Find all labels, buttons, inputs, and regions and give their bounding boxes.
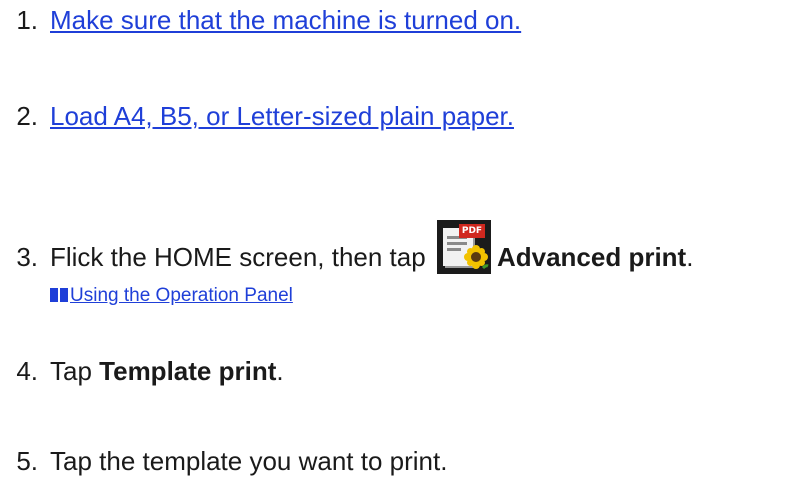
- advanced-print-label: Advanced print: [496, 242, 687, 272]
- step-3: 3. Flick the HOME screen, then tap PDF Ad…: [0, 220, 693, 274]
- step-number: 4.: [16, 356, 38, 386]
- load-paper-link[interactable]: Load A4, B5, or Letter-sized plain paper…: [50, 101, 514, 131]
- step-1: 1. Make sure that the machine is turned o…: [0, 4, 521, 36]
- step-number: 2.: [16, 101, 38, 131]
- related-link: Using the Operation Panel: [50, 285, 293, 307]
- step-text: Flick the HOME screen, then tap: [50, 242, 426, 272]
- link-arrow-icon: [50, 288, 68, 302]
- step-2: 2. Load A4, B5, or Letter-sized plain pap…: [0, 100, 514, 132]
- template-print-label: Template print: [99, 356, 277, 386]
- step-text: Tap: [50, 356, 92, 386]
- advanced-print-app-icon: PDF: [436, 220, 491, 274]
- step-5: 5. Tap the template you want to print.: [0, 445, 447, 477]
- step-4: 4. Tap Template print.: [0, 355, 284, 387]
- pdf-badge: PDF: [458, 224, 485, 238]
- step-text: Tap the template you want to print.: [50, 446, 448, 476]
- step-number: 5.: [16, 446, 38, 476]
- sunflower-icon: [463, 245, 489, 270]
- machine-turned-on-link[interactable]: Make sure that the machine is turned on.: [50, 5, 521, 35]
- step-text-end: .: [686, 242, 694, 272]
- step-number: 1.: [16, 5, 38, 35]
- step-number: 3.: [16, 242, 38, 272]
- step-text-end: .: [276, 356, 284, 386]
- operation-panel-link[interactable]: Using the Operation Panel: [70, 285, 293, 306]
